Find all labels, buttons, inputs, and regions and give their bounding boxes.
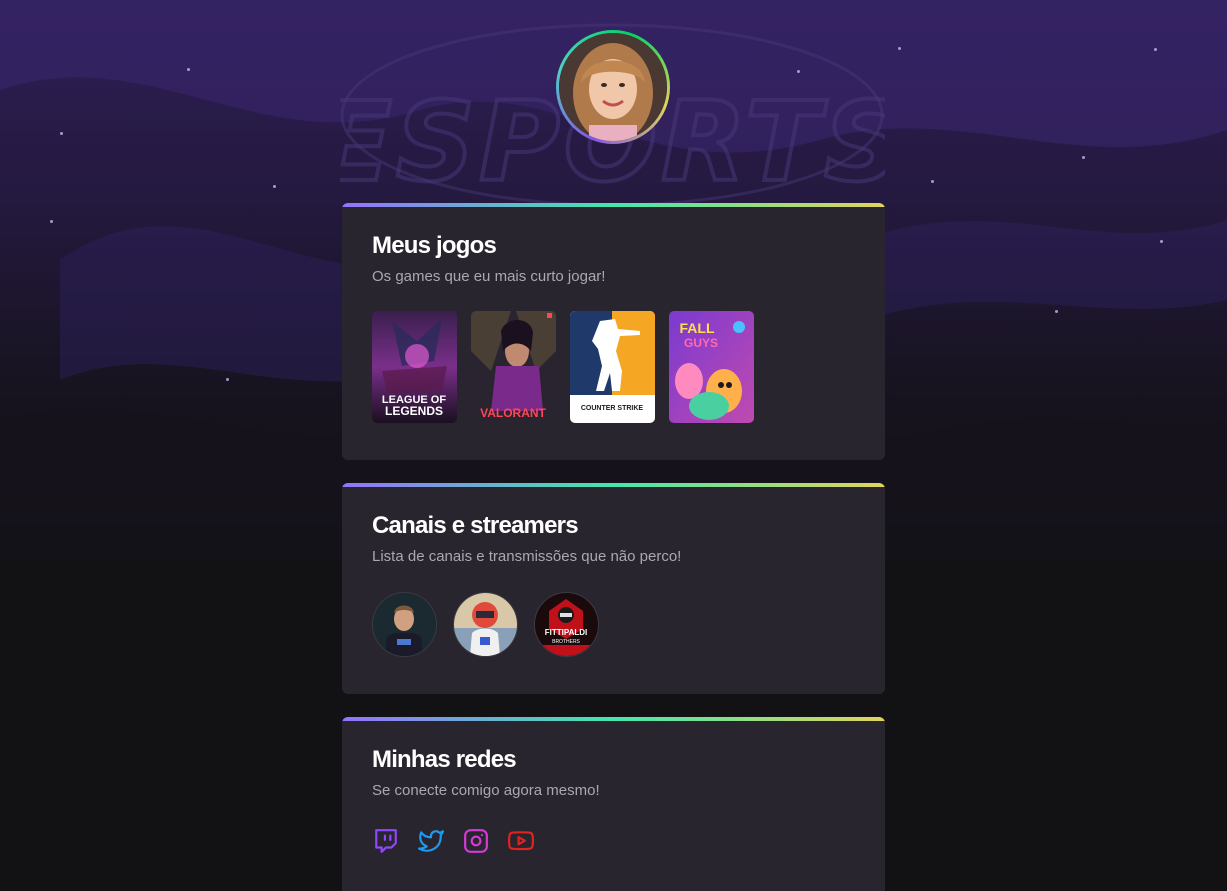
streamer-photo-icon [373,593,436,656]
star [1154,48,1157,51]
channels-card: Canais e streamers Lista de canais e tra… [342,483,885,694]
league-of-legends-cover-icon: LEAGUE OF LEGENDS [372,311,457,423]
lol-label-line2: LEGENDS [385,404,443,418]
star [50,220,53,223]
channels-card-title: Canais e streamers [372,512,579,539]
youtube-link[interactable] [507,827,535,855]
star [1082,156,1085,159]
channel-avatar-3[interactable]: FITTIPALDI BROTHERS [534,592,599,657]
twitch-icon [375,829,397,853]
channels-card-subtitle: Lista de canais e transmissões que não p… [372,548,682,565]
games-list: LEAGUE OF LEGENDS VALORANT COUNTER STRIK… [372,311,855,423]
star [60,132,63,135]
profile-avatar [556,30,670,144]
cs-label: COUNTER STRIKE [581,405,644,412]
valorant-label: VALORANT [480,406,546,420]
youtube-icon [507,831,535,851]
game-league-of-legends[interactable]: LEAGUE OF LEGENDS [372,311,457,423]
game-valorant[interactable]: VALORANT [471,311,556,423]
counter-strike-cover-icon: COUNTER STRIKE [570,311,655,423]
star [898,47,901,50]
fall-guys-label-line1: FALL [680,320,715,336]
twitter-icon [418,830,444,852]
social-card-subtitle: Se conecte comigo agora mesmo! [372,782,600,799]
star [931,180,934,183]
twitch-link[interactable] [372,827,400,855]
game-counter-strike[interactable]: COUNTER STRIKE [570,311,655,423]
fittipaldi-brothers-logo-icon: FITTIPALDI BROTHERS [535,593,598,656]
channel-avatar-1[interactable] [372,592,437,657]
star [1055,310,1058,313]
instagram-link[interactable] [462,827,490,855]
racing-driver-photo-icon [454,593,517,656]
fall-guys-cover-icon: FALL GUYS [669,311,754,423]
fall-guys-label-line2: GUYS [684,336,718,350]
avatar-photo [559,33,667,141]
star [226,378,229,381]
social-card-title: Minhas redes [372,746,517,773]
games-card: Meus jogos Os games que eu mais curto jo… [342,203,885,460]
instagram-icon [464,829,488,853]
star [273,185,276,188]
twitter-link[interactable] [417,827,445,855]
star [187,68,190,71]
channels-list: FITTIPALDI BROTHERS [372,592,855,657]
fittipaldi-label-line2: BROTHERS [552,639,580,645]
social-links [372,827,855,855]
games-card-title: Meus jogos [372,232,497,259]
games-card-subtitle: Os games que eu mais curto jogar! [372,268,606,285]
profile-photo-icon [559,33,667,141]
valorant-cover-icon: VALORANT [471,311,556,423]
social-card: Minhas redes Se conecte comigo agora mes… [342,717,885,891]
channel-avatar-2[interactable] [453,592,518,657]
star [1160,240,1163,243]
fittipaldi-label-line1: FITTIPALDI [545,628,588,637]
game-fall-guys[interactable]: FALL GUYS [669,311,754,423]
